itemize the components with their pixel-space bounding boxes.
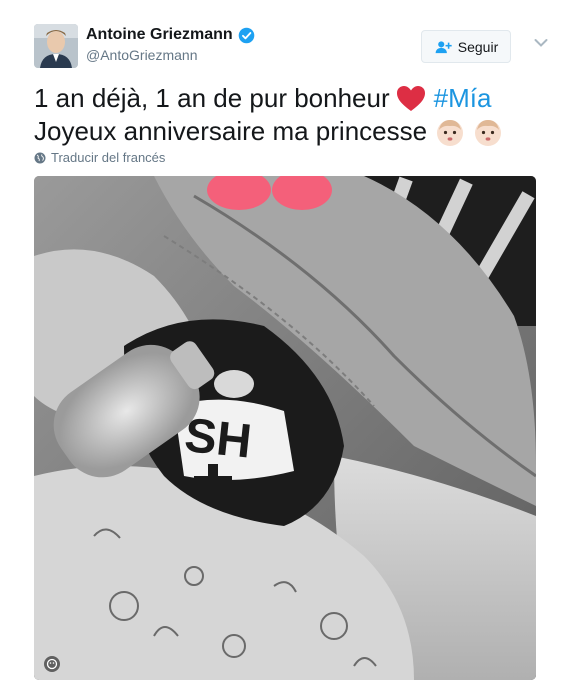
avatar[interactable] — [34, 24, 78, 68]
verified-badge-icon — [238, 27, 254, 43]
photo-image: SH — [34, 176, 536, 680]
tweet-line-1-text: 1 an déjà, 1 an de pur bonheur — [34, 83, 390, 113]
avatar-photo — [34, 24, 78, 68]
tweet-line-1: 1 an déjà, 1 an de pur bonheur #Mía — [34, 82, 544, 115]
red-heart-icon — [396, 85, 425, 111]
display-name[interactable]: Antoine Griezmann — [86, 26, 233, 44]
baby-emoji-icon — [475, 119, 502, 146]
follow-button[interactable]: Seguir — [421, 30, 511, 63]
hashtag-link[interactable]: #Mía — [434, 82, 492, 115]
translate-link[interactable]: Traducir del francés — [34, 150, 165, 165]
tweet-line-2: Joyeux anniversaire ma princesse — [34, 115, 544, 148]
follow-button-label: Seguir — [457, 38, 499, 55]
tweet-line-2-text: Joyeux anniversaire ma princesse — [34, 116, 428, 146]
translate-label: Traducir del francés — [51, 150, 166, 165]
tweet-text: 1 an déjà, 1 an de pur bonheur #Mía Joye… — [34, 82, 544, 148]
tweet-card: Antoine Griezmann @AntoGriezmann Seguir — [0, 0, 570, 685]
add-user-icon — [435, 40, 452, 53]
user-name-block[interactable]: Antoine Griezmann @AntoGriezmann — [86, 26, 255, 63]
baby-emoji-icon — [437, 119, 464, 146]
chevron-down-icon[interactable] — [534, 38, 548, 48]
tweet-photo[interactable]: SH — [34, 176, 536, 680]
tweet-header: Antoine Griezmann @AntoGriezmann Seguir — [34, 24, 554, 72]
globe-icon — [34, 152, 46, 163]
face-icon[interactable] — [44, 656, 60, 672]
user-handle[interactable]: @AntoGriezmann — [86, 47, 255, 63]
